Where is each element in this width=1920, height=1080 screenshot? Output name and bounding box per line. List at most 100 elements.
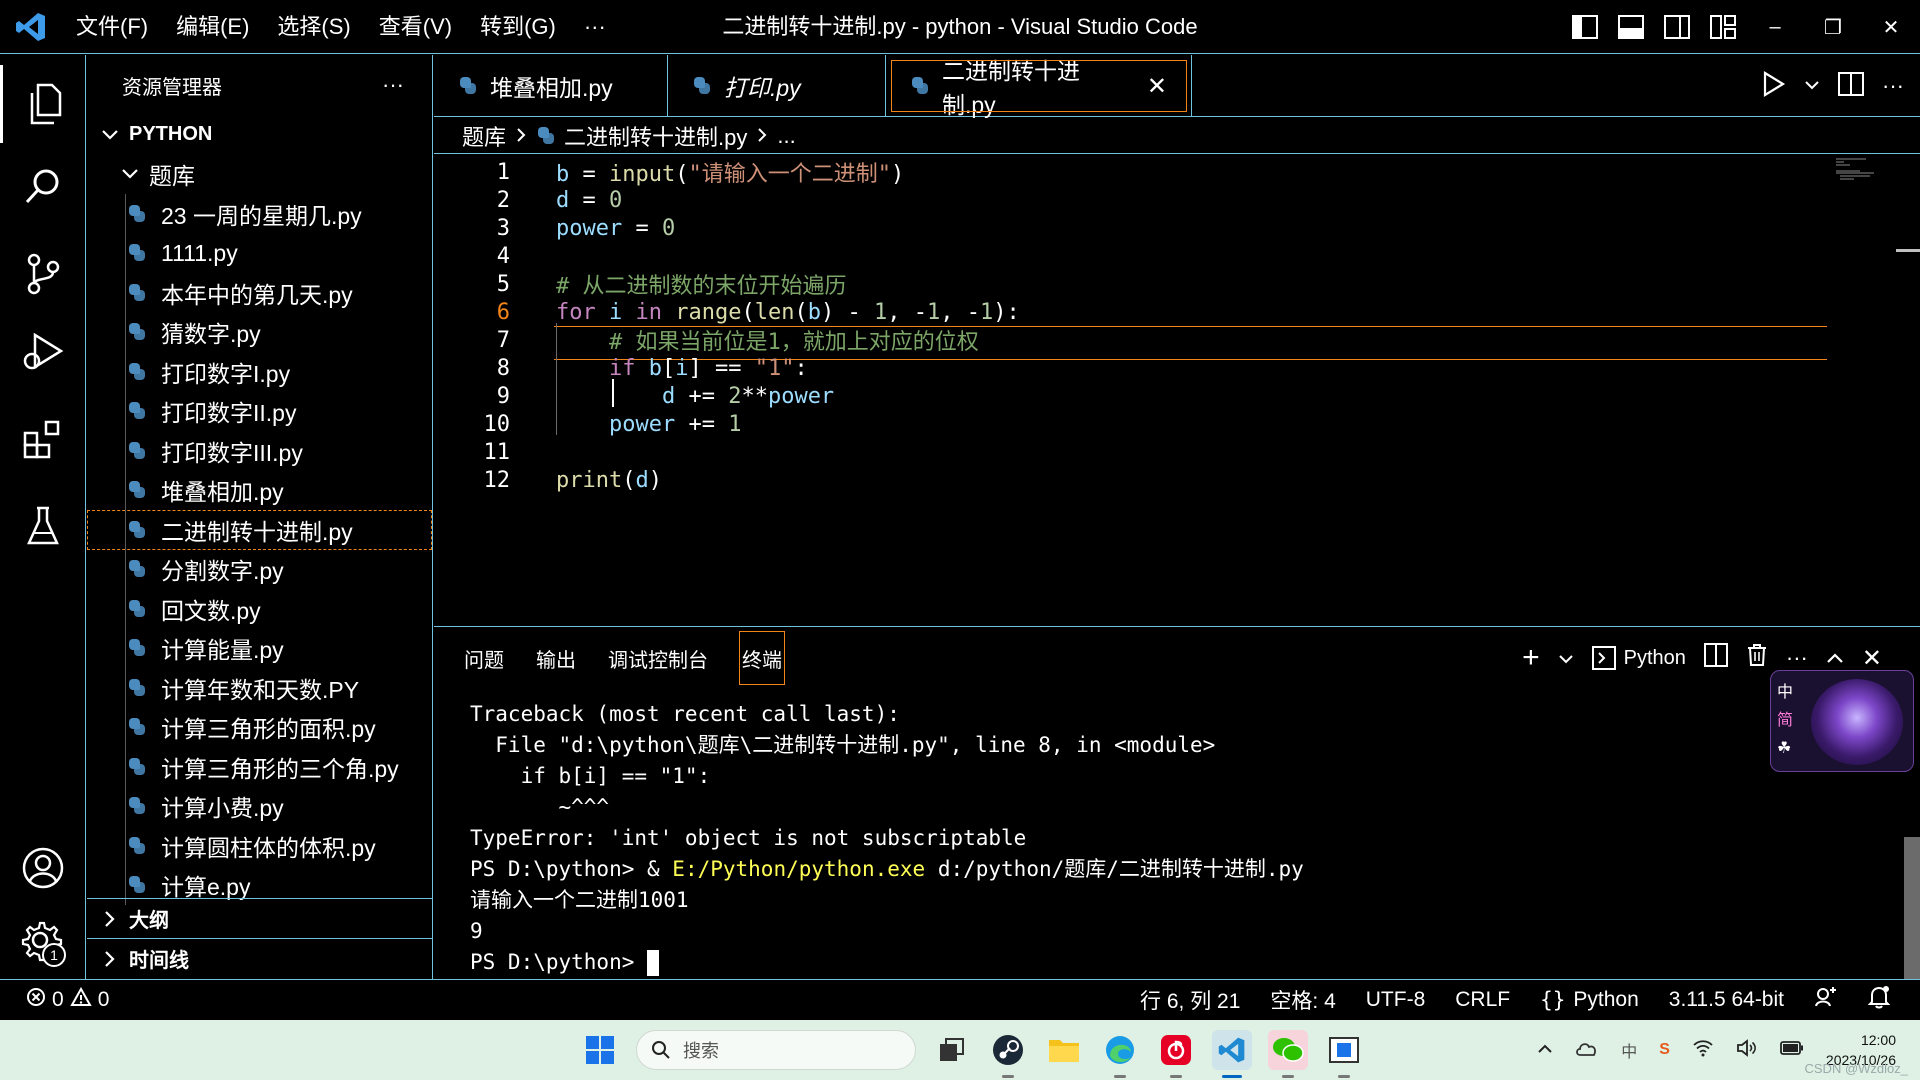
file-item[interactable]: 堆叠相加.py <box>87 470 432 510</box>
kill-terminal-trash-icon[interactable] <box>1746 643 1768 673</box>
tab-output[interactable]: 输出 <box>526 630 598 686</box>
tab-print[interactable]: 打印.py <box>668 55 886 117</box>
menu-view[interactable]: 查看(V) <box>365 0 466 54</box>
more-actions-icon[interactable]: ··· <box>1882 73 1904 99</box>
toggle-sidebar-icon[interactable] <box>1562 0 1608 54</box>
menu-selection[interactable]: 选择(S) <box>263 0 364 54</box>
terminal-scrollbar[interactable] <box>1904 837 1920 980</box>
restore-button[interactable]: ❐ <box>1804 0 1862 54</box>
feedback-icon[interactable] <box>1814 986 1838 1014</box>
ime-widget[interactable]: 中 简 ☘ <box>1770 670 1914 772</box>
more-actions-icon[interactable]: ··· <box>1786 645 1808 671</box>
file-explorer-icon[interactable] <box>1044 1030 1084 1070</box>
end-of-line[interactable]: CRLF <box>1455 988 1510 1012</box>
notifications-bell-icon[interactable] <box>1867 985 1891 1015</box>
tray-app-icon[interactable]: S <box>1659 1041 1670 1059</box>
windows-start-icon[interactable] <box>580 1030 620 1070</box>
file-item[interactable]: 二进制转十进制.py <box>87 510 432 550</box>
code-editor[interactable]: 1 b = input("请输入一个二进制") 2 d = 0 3 power … <box>434 155 1920 625</box>
file-item[interactable]: 猜数字.py <box>87 312 432 352</box>
tab-binary-to-decimal[interactable]: 二进制转十进制.py ✕ <box>886 55 1192 118</box>
battery-icon[interactable] <box>1780 1040 1804 1060</box>
breadcrumb-more[interactable]: ... <box>777 123 795 149</box>
steam-icon[interactable] <box>988 1030 1028 1078</box>
indentation[interactable]: 空格: 4 <box>1270 985 1335 1015</box>
menu-more[interactable]: ··· <box>570 0 620 54</box>
file-item[interactable]: 打印数字I.py <box>87 352 432 392</box>
breadcrumb-folder[interactable]: 题库 <box>462 120 506 152</box>
tab-debug-console[interactable]: 调试控制台 <box>598 630 730 686</box>
file-item[interactable]: 23 一周的星期几.py <box>87 194 432 234</box>
close-window-button[interactable]: ✕ <box>1862 0 1920 54</box>
file-item[interactable]: 回文数.py <box>87 589 432 629</box>
file-item[interactable]: 计算能量.py <box>87 628 432 668</box>
file-item[interactable]: 计算年数和天数.PY <box>87 668 432 708</box>
toggle-panel-icon[interactable] <box>1608 0 1654 54</box>
file-item[interactable]: 计算三角形的三个角.py <box>87 747 432 787</box>
onedrive-cloud-icon[interactable] <box>1575 1040 1599 1061</box>
breadcrumb-file[interactable]: 二进制转十进制.py <box>564 120 747 152</box>
ime-mode-simplified[interactable]: 简 <box>1777 707 1793 735</box>
input-method-icon[interactable]: 中 <box>1621 1038 1637 1062</box>
explorer-icon[interactable] <box>0 65 86 143</box>
file-item[interactable]: 计算三角形的面积.py <box>87 707 432 747</box>
timeline-section[interactable]: 时间线 <box>87 938 433 978</box>
minimize-button[interactable]: – <box>1746 0 1804 54</box>
problems-status[interactable]: 0 0 <box>26 986 109 1013</box>
customize-layout-icon[interactable] <box>1700 0 1746 54</box>
run-python-file-icon[interactable] <box>1762 70 1786 102</box>
run-debug-icon[interactable] <box>0 313 86 391</box>
menu-go[interactable]: 转到(G) <box>466 0 570 54</box>
chevron-down-icon[interactable] <box>1804 77 1820 95</box>
file-item[interactable]: 打印数字III.py <box>87 431 432 471</box>
file-item[interactable]: 打印数字II.py <box>87 391 432 431</box>
settings-gear-icon[interactable]: 1 <box>0 903 86 981</box>
accounts-icon[interactable] <box>0 829 86 907</box>
ime-mode-chinese[interactable]: 中 <box>1777 679 1793 707</box>
chevron-down-icon[interactable] <box>1558 647 1574 670</box>
taskbar-search[interactable]: 搜索 <box>636 1030 916 1070</box>
search-icon[interactable] <box>0 147 86 225</box>
file-item[interactable]: 分割数字.py <box>87 549 432 589</box>
menu-edit[interactable]: 编辑(E) <box>162 0 263 54</box>
tab-terminal[interactable]: 终端 <box>738 630 786 686</box>
encoding[interactable]: UTF-8 <box>1366 988 1426 1012</box>
file-item[interactable]: 本年中的第几天.py <box>87 273 432 313</box>
file-item[interactable]: 计算圆柱体的体积.py <box>87 826 432 866</box>
vscode-taskbar-icon[interactable] <box>1212 1030 1252 1078</box>
testing-icon[interactable] <box>0 487 86 565</box>
edge-browser-icon[interactable] <box>1100 1030 1140 1078</box>
new-terminal-icon[interactable]: + <box>1522 643 1540 673</box>
menu-file[interactable]: 文件(F) <box>62 0 162 54</box>
tab-stack-add[interactable]: 堆叠相加.py <box>434 55 668 117</box>
python-interpreter[interactable]: 3.11.5 64-bit <box>1669 988 1784 1012</box>
netease-music-icon[interactable] <box>1156 1030 1196 1078</box>
file-item[interactable]: 计算小费.py <box>87 786 432 826</box>
cursor-position[interactable]: 行 6, 列 21 <box>1140 985 1240 1015</box>
split-editor-icon[interactable] <box>1838 71 1865 101</box>
terminal-output[interactable]: Traceback (most recent call last): File … <box>470 699 1304 978</box>
split-terminal-icon[interactable] <box>1703 643 1728 673</box>
wechat-icon[interactable] <box>1268 1030 1308 1078</box>
tab-problems[interactable]: 问题 <box>454 630 526 686</box>
vscode-logo-icon[interactable] <box>0 0 62 54</box>
extensions-icon[interactable] <box>0 401 86 479</box>
app-window-icon[interactable] <box>1324 1030 1364 1078</box>
terminal-profile[interactable]: Python <box>1591 646 1686 670</box>
outline-section[interactable]: 大纲 <box>87 898 433 938</box>
close-panel-icon[interactable]: ✕ <box>1862 644 1882 673</box>
workspace-root[interactable]: PYTHON <box>87 115 432 155</box>
file-item[interactable]: 1111.py <box>87 233 432 273</box>
minimap[interactable] <box>1836 157 1876 181</box>
source-control-icon[interactable] <box>0 235 86 313</box>
language-mode[interactable]: {} Python <box>1540 988 1639 1012</box>
volume-icon[interactable] <box>1736 1038 1758 1062</box>
toggle-secondary-sidebar-icon[interactable] <box>1654 0 1700 54</box>
task-view-icon[interactable] <box>932 1030 972 1070</box>
wifi-icon[interactable] <box>1692 1039 1714 1062</box>
folder-tiku[interactable]: 题库 <box>87 155 432 195</box>
chevron-up-icon[interactable] <box>1537 1041 1553 1059</box>
ime-skin-icon[interactable]: ☘ <box>1777 735 1793 763</box>
explorer-more-button[interactable]: ··· <box>382 72 404 98</box>
close-tab-icon[interactable]: ✕ <box>1147 72 1167 101</box>
